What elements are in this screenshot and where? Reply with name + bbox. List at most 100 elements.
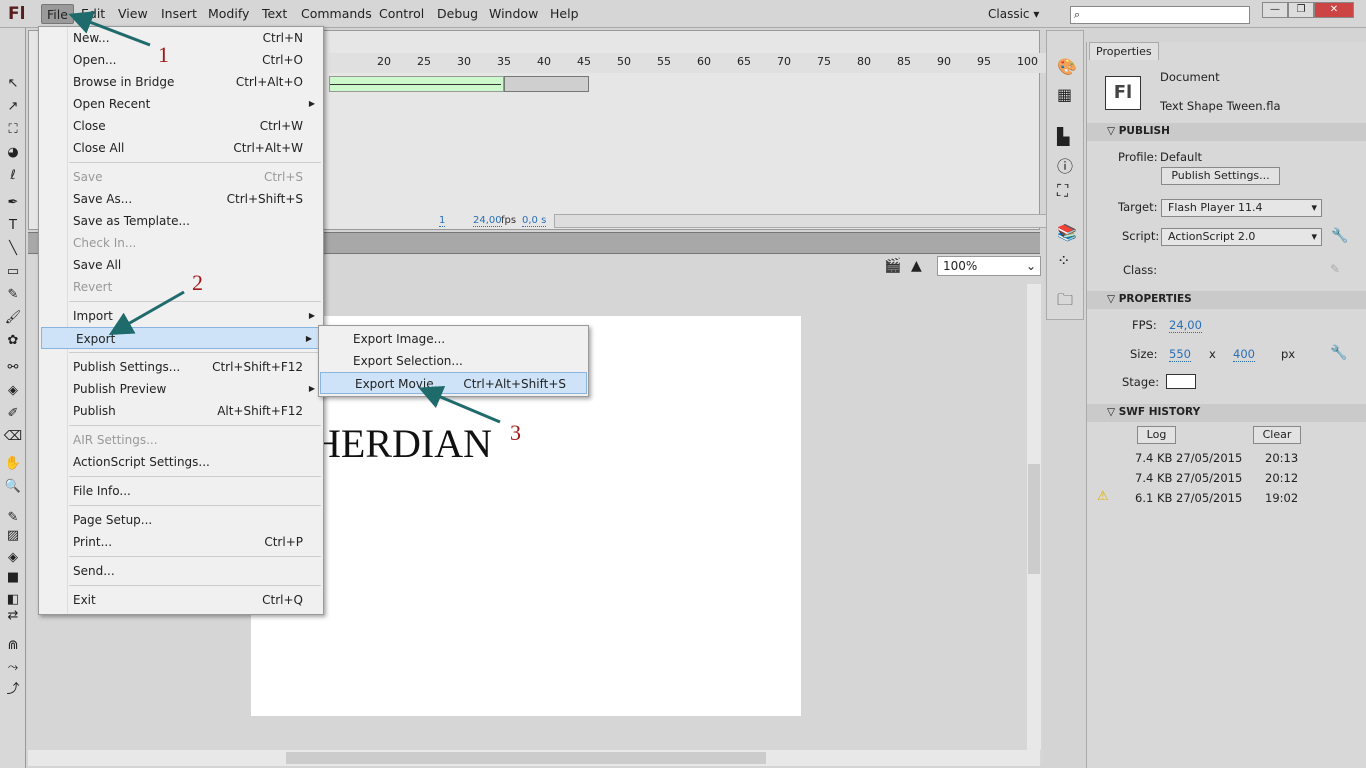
menu-view[interactable]: View (113, 4, 153, 24)
close-button[interactable]: ✕ (1314, 2, 1354, 18)
timeline-scrollbar[interactable] (554, 214, 1054, 228)
menu-item-export-selection[interactable]: Export Selection... (319, 350, 588, 372)
color-icon[interactable]: 🎨 (1057, 57, 1077, 76)
menu-item-save-as[interactable]: Save As... Ctrl+Shift+S (39, 188, 323, 210)
menu-item-publish-settings[interactable]: Publish Settings... Ctrl+Shift+F12 (39, 356, 323, 378)
fps-value[interactable]: 24,00 (1169, 318, 1202, 333)
menu-control[interactable]: Control (374, 4, 429, 24)
menu-item-revert[interactable]: Revert (39, 276, 323, 298)
align-icon[interactable]: ▙ (1057, 127, 1069, 146)
frame-rate[interactable]: 24,00 (473, 215, 502, 227)
menu-help[interactable]: Help (545, 4, 584, 24)
menu-item-check-in[interactable]: Check In... (39, 232, 323, 254)
tool-icon-0[interactable]: ↖ (3, 74, 23, 94)
library-icon[interactable]: 📚 (1057, 223, 1077, 242)
stage-color-swatch[interactable] (1166, 374, 1196, 389)
tool-icon-4[interactable]: ℓ (3, 166, 23, 186)
log-button[interactable]: Log (1137, 426, 1176, 444)
menu-commands[interactable]: Commands (296, 4, 377, 24)
workspace-switcher[interactable]: Classic ▾ (988, 7, 1039, 21)
menu-item-page-setup[interactable]: Page Setup... (39, 509, 323, 531)
pencil-icon[interactable]: ✎ (1330, 262, 1340, 276)
zoom-select[interactable]: 100% ⌄ (937, 256, 1041, 276)
minimize-button[interactable]: — (1262, 2, 1288, 18)
tool-icon-5[interactable]: ✒ (3, 193, 23, 213)
components-icon[interactable]: 🗀 (1057, 289, 1073, 316)
edit-scene-icon[interactable]: 🎬 (884, 258, 901, 274)
clear-button[interactable]: Clear (1253, 426, 1301, 444)
menu-window[interactable]: Window (484, 4, 543, 24)
tool-icon-13[interactable]: ◈ (3, 381, 23, 401)
section-swf-history[interactable]: ▽ SWF HISTORY (1087, 404, 1366, 422)
edit-symbols-icon[interactable]: ▲ (911, 258, 922, 274)
menu-item-open[interactable]: Open... Ctrl+O (39, 49, 323, 71)
frame-ruler[interactable]: 20 25 30 35 40 45 50 55 60 65 70 75 80 85 90 95 100 (329, 53, 1059, 73)
tool-icon-20[interactable]: ◈ (3, 548, 23, 568)
menu-edit[interactable]: Edit (76, 4, 110, 24)
script-select[interactable]: ActionScript 2.0 ▾ (1161, 228, 1322, 246)
wrench-icon[interactable]: 🔧 (1330, 345, 1347, 361)
keyframe-span[interactable] (504, 76, 589, 92)
menu-item-actionscript-settings[interactable]: ActionScript Settings... (39, 451, 323, 473)
menu-item-export[interactable]: Export ▶ (41, 327, 321, 349)
section-publish[interactable]: ▽ PUBLISH (1087, 123, 1366, 141)
menu-insert[interactable]: Insert (156, 4, 202, 24)
transform-icon[interactable]: ⛶ (1057, 181, 1068, 201)
current-frame[interactable]: 1 (439, 215, 446, 227)
menu-item-save[interactable]: Save Ctrl+S (39, 166, 323, 188)
search-input[interactable]: ⌕ (1070, 6, 1250, 24)
motion-presets-icon[interactable]: ⁘ (1057, 251, 1070, 270)
wrench-icon[interactable]: 🔧 (1331, 228, 1348, 244)
section-properties[interactable]: ▽ PROPERTIES (1087, 291, 1366, 309)
menu-item-save-as-template[interactable]: Save as Template... (39, 210, 323, 232)
tool-icon-8[interactable]: ▭ (3, 262, 23, 282)
stage-text[interactable]: HERDIAN (312, 420, 492, 467)
tool-icon-12[interactable]: ⚯ (3, 358, 23, 378)
tool-icon-7[interactable]: ╲ (3, 239, 23, 259)
menu-item-export-movie[interactable]: Export Movie... Ctrl+Alt+Shift+S (320, 372, 587, 394)
swatches-icon[interactable]: ▦ (1057, 85, 1072, 104)
menu-item-open-recent[interactable]: Open Recent ▶ (39, 93, 323, 115)
menu-item-publish[interactable]: Publish Alt+Shift+F12 (39, 400, 323, 422)
height-value[interactable]: 400 (1233, 347, 1255, 362)
tool-icon-10[interactable]: 🖌 (3, 308, 23, 328)
menu-text[interactable]: Text (257, 4, 292, 24)
target-select[interactable]: Flash Player 11.4 ▾ (1161, 199, 1322, 217)
menu-item-print[interactable]: Print... Ctrl+P (39, 531, 323, 553)
tool-icon-2[interactable]: ⛶ (3, 120, 23, 140)
menu-item-close-all[interactable]: Close All Ctrl+Alt+W (39, 137, 323, 159)
tool-icon-19[interactable]: ▨ (3, 526, 23, 546)
info-icon[interactable]: ⓘ (1057, 153, 1073, 177)
tool-icon-23[interactable]: ⇄ (3, 606, 23, 626)
menu-item-browse-in-bridge[interactable]: Browse in Bridge Ctrl+Alt+O (39, 71, 323, 93)
tool-icon-24[interactable]: ⋒ (3, 636, 23, 656)
width-value[interactable]: 550 (1169, 347, 1191, 362)
menu-item-exit[interactable]: Exit Ctrl+Q (39, 589, 323, 611)
tool-icon-16[interactable]: ✋ (3, 454, 23, 474)
menu-item-publish-preview[interactable]: Publish Preview ▶ (39, 378, 323, 400)
menu-item-save-all[interactable]: Save All (39, 254, 323, 276)
tool-icon-3[interactable]: ◕ (3, 143, 23, 163)
elapsed-time[interactable]: 0,0 s (522, 215, 547, 227)
shape-tween-span[interactable] (329, 76, 504, 92)
tool-icon-14[interactable]: ✐ (3, 404, 23, 424)
menu-file[interactable]: File (41, 4, 74, 24)
menu-item-new[interactable]: New... Ctrl+N (39, 27, 323, 49)
tool-icon-9[interactable]: ✎ (3, 285, 23, 305)
tool-icon-21[interactable]: ■ (3, 568, 23, 588)
menu-item-import[interactable]: Import ▶ (39, 305, 323, 327)
tab-properties[interactable]: Properties (1089, 42, 1159, 60)
horizontal-scrollbar[interactable] (28, 750, 1040, 766)
tool-icon-26[interactable]: ⤴ (3, 680, 23, 700)
vertical-scrollbar[interactable] (1027, 284, 1041, 750)
menu-item-close[interactable]: Close Ctrl+W (39, 115, 323, 137)
tool-icon-15[interactable]: ⌫ (3, 427, 23, 447)
menu-item-file-info[interactable]: File Info... (39, 480, 323, 502)
tool-icon-18[interactable]: ✎ (3, 508, 23, 528)
tool-icon-1[interactable]: ↗ (3, 97, 23, 117)
menu-modify[interactable]: Modify (203, 4, 254, 24)
tool-icon-11[interactable]: ✿ (3, 331, 23, 351)
menu-item-send[interactable]: Send... (39, 560, 323, 582)
publish-settings-button[interactable]: Publish Settings... (1161, 167, 1280, 185)
restore-button[interactable]: ❐ (1288, 2, 1314, 18)
